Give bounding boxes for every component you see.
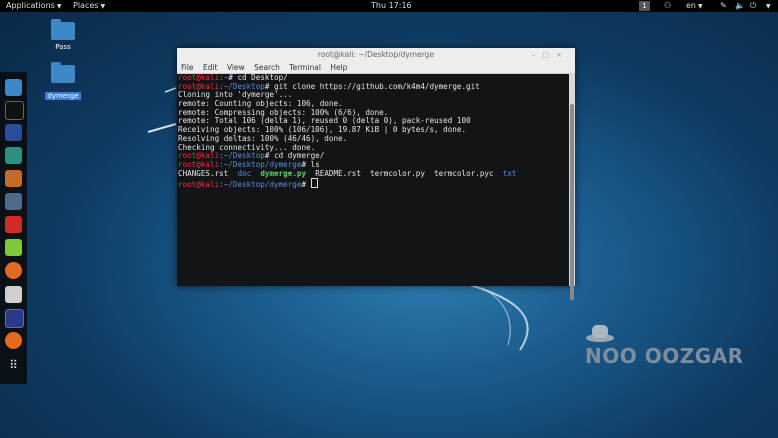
menu-edit[interactable]: Edit: [203, 63, 218, 72]
prompt-user: root@kali: [178, 180, 220, 190]
prompt-path: :~/Desktop/dymerge: [219, 159, 302, 169]
hat-icon: [586, 325, 614, 342]
ls-output-line: CHANGES.rst doc dymerge.py README.rst te…: [178, 168, 569, 179]
menu-terminal[interactable]: Terminal: [289, 63, 321, 72]
watermark-text: NOO OOZGAR: [585, 344, 744, 368]
terminal-output[interactable]: root@kali:~# cd Desktop/root@kali:~/Desk…: [177, 74, 569, 286]
prompt-command: # ls: [301, 159, 320, 169]
prompt-command: # cd dymerge/: [264, 151, 325, 161]
close-icon[interactable]: ×: [556, 51, 569, 59]
window-title: root@kali: ~/Desktop/dymerge: [317, 50, 435, 59]
ls-entry: CHANGES.rst: [178, 168, 229, 178]
watermark-logo: NOO OOZGAR: [585, 325, 775, 370]
prompt-command: #: [301, 180, 311, 190]
scrollbar[interactable]: [569, 74, 575, 300]
menu-help[interactable]: Help: [330, 63, 347, 72]
ls-entry: README.rst: [315, 168, 361, 178]
scrollbar-thumb[interactable]: [570, 104, 574, 300]
prompt-path: :~/Desktop/dymerge: [219, 180, 302, 190]
terminal-line: root@kali:~/Desktop/dymerge#: [178, 178, 569, 190]
maximize-icon[interactable]: □: [543, 51, 557, 59]
ls-entry: termcolor.pyc: [434, 168, 494, 178]
menu-search[interactable]: Search: [254, 63, 280, 72]
minimize-icon[interactable]: –: [532, 51, 543, 59]
window-titlebar[interactable]: root@kali: ~/Desktop/dymerge –□×: [177, 48, 575, 62]
terminal-window[interactable]: root@kali: ~/Desktop/dymerge –□× File Ed…: [177, 48, 575, 300]
menu-file[interactable]: File: [181, 63, 194, 72]
text-cursor: [310, 178, 318, 189]
ls-entry: txt: [502, 168, 517, 178]
ls-entry: dymerge.py: [260, 168, 307, 178]
prompt-command: # git clone https://github.com/k4m4/dyme…: [264, 81, 480, 91]
prompt-path: :~/Desktop: [219, 81, 265, 91]
prompt-user: root@kali: [178, 159, 220, 169]
prompt-user: root@kali: [178, 151, 220, 161]
terminal-menubar: File Edit View Search Terminal Help: [177, 62, 575, 74]
menu-view[interactable]: View: [227, 63, 245, 72]
ls-entry: doc: [237, 168, 252, 178]
prompt-path: :~/Desktop: [219, 151, 265, 161]
prompt-user: root@kali: [178, 81, 220, 91]
ls-entry: termcolor.py: [370, 168, 425, 178]
